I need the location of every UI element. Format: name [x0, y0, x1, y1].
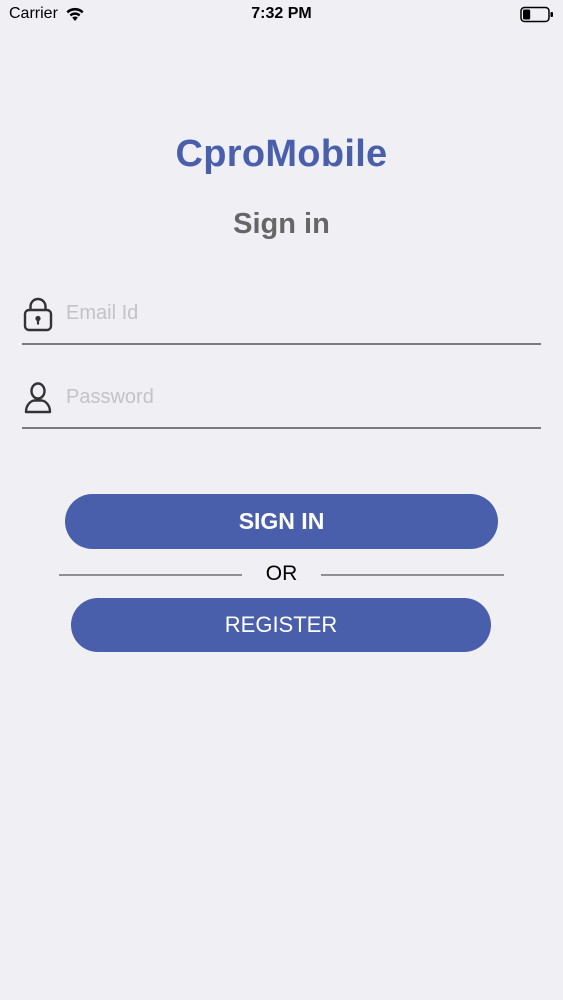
email-input[interactable] — [66, 297, 526, 329]
page-title: Sign in — [233, 208, 330, 240]
lock-icon — [22, 296, 54, 332]
or-divider: OR — [59, 562, 504, 588]
email-field — [22, 291, 541, 345]
divider-line-right — [321, 574, 504, 576]
status-time: 7:32 PM — [251, 5, 312, 22]
password-field — [22, 375, 541, 429]
app-title: CproMobile — [175, 133, 388, 175]
password-input[interactable] — [66, 381, 526, 413]
battery-icon — [520, 6, 554, 23]
user-icon — [22, 380, 54, 416]
register-button[interactable]: REGISTER — [71, 598, 491, 652]
sign-in-button[interactable]: SIGN IN — [65, 494, 498, 549]
status-bar: Carrier 7:32 PM — [0, 0, 563, 30]
